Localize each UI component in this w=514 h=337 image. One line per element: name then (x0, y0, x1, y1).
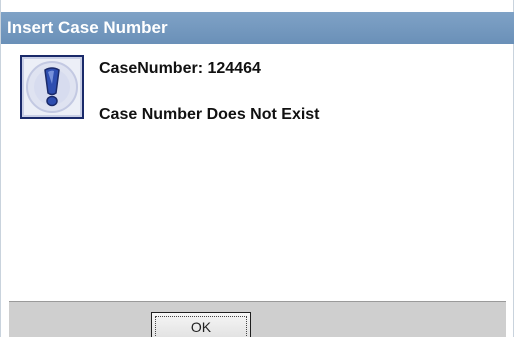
dialog-window: Insert Case Number CaseNumber: 124464 Ca… (0, 0, 514, 337)
button-bar: OK (9, 301, 506, 337)
error-message-text: Case Number Does Not Exist (99, 106, 320, 123)
dialog-title: Insert Case Number (1, 12, 514, 44)
ok-button[interactable]: OK (151, 312, 251, 337)
ok-button-label: OK (155, 316, 247, 337)
case-number-text: CaseNumber: 124464 (99, 60, 261, 77)
exclamation-icon (20, 55, 84, 119)
